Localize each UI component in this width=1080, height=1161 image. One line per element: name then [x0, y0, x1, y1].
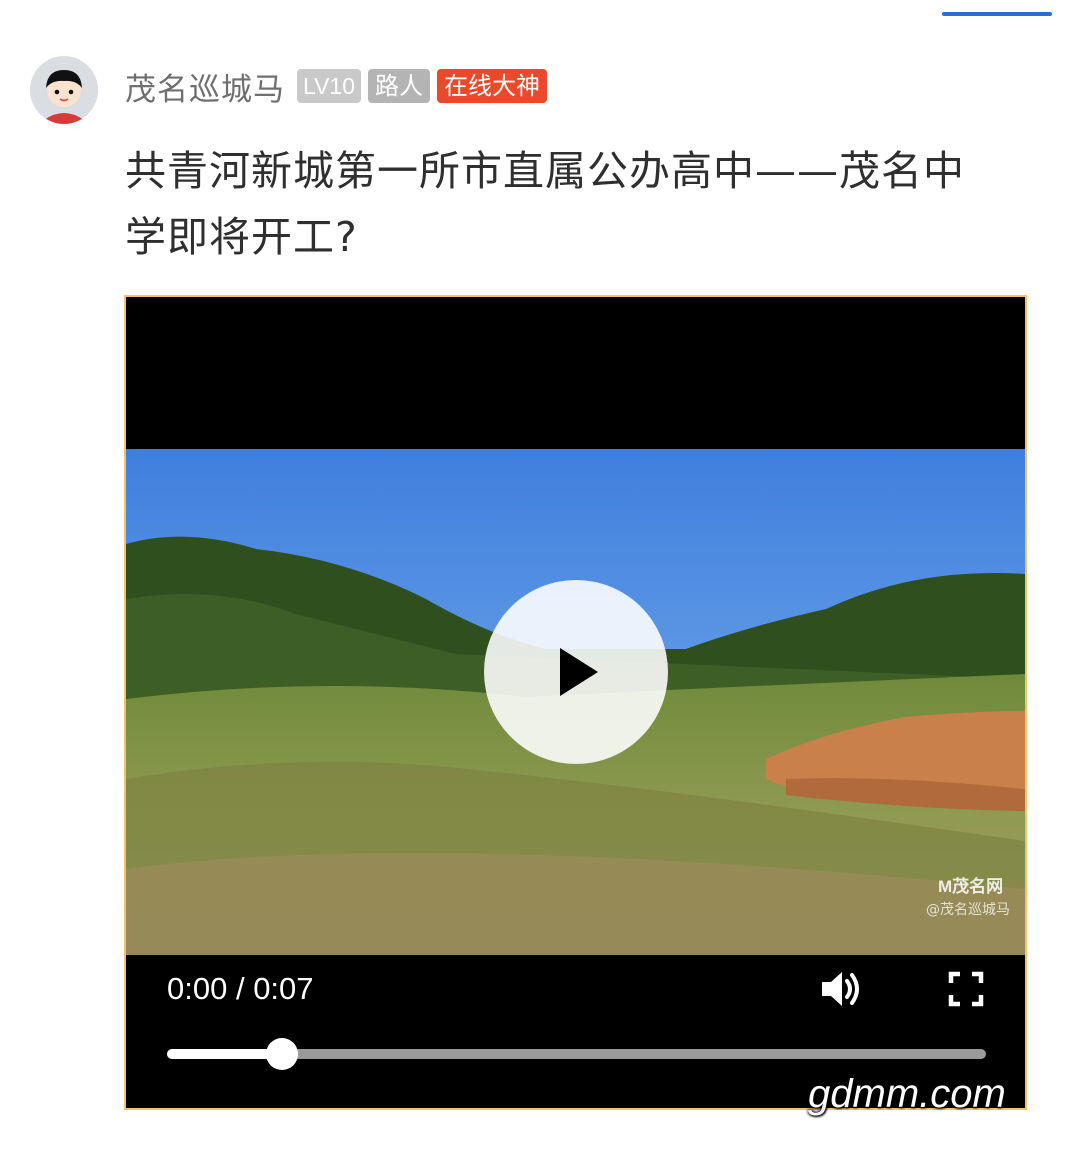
fullscreen-icon	[948, 971, 984, 1007]
time-separator: /	[227, 971, 254, 1006]
seek-handle[interactable]	[265, 1038, 298, 1070]
duration: 0:07	[253, 971, 314, 1006]
post-title: 共青河新城第一所市直属公办高中——茂名中学即将开工?	[125, 147, 965, 261]
play-button[interactable]	[484, 580, 668, 764]
cartoon-boy-avatar-icon	[30, 56, 98, 124]
current-time: 0:00	[167, 971, 228, 1006]
seek-progress	[167, 1049, 282, 1059]
role-badge: 路人	[368, 69, 431, 103]
video-watermark-brand: M茂名网	[938, 877, 1004, 896]
site-watermark: gdmm.com	[808, 1072, 1006, 1116]
author-name[interactable]: 茂名巡城马	[125, 64, 285, 109]
volume-button[interactable]	[820, 969, 864, 1009]
author-row: 茂名巡城马 LV10 路人 在线大神	[125, 64, 554, 108]
time-display: 0:00 / 0:07	[167, 971, 314, 1007]
seek-bar[interactable]	[167, 1038, 986, 1070]
volume-icon	[822, 972, 859, 1006]
top-accent-rule	[942, 12, 1052, 16]
fullscreen-button[interactable]	[948, 971, 984, 1007]
level-badge: LV10	[297, 69, 362, 103]
honor-badge: 在线大神	[437, 69, 548, 103]
video-player[interactable]: M茂名网 @茂名巡城马 0:00 / 0:07	[124, 295, 1027, 1110]
avatar[interactable]	[30, 56, 98, 124]
play-icon	[560, 648, 598, 696]
video-watermark-user: @茂名巡城马	[926, 902, 1010, 918]
